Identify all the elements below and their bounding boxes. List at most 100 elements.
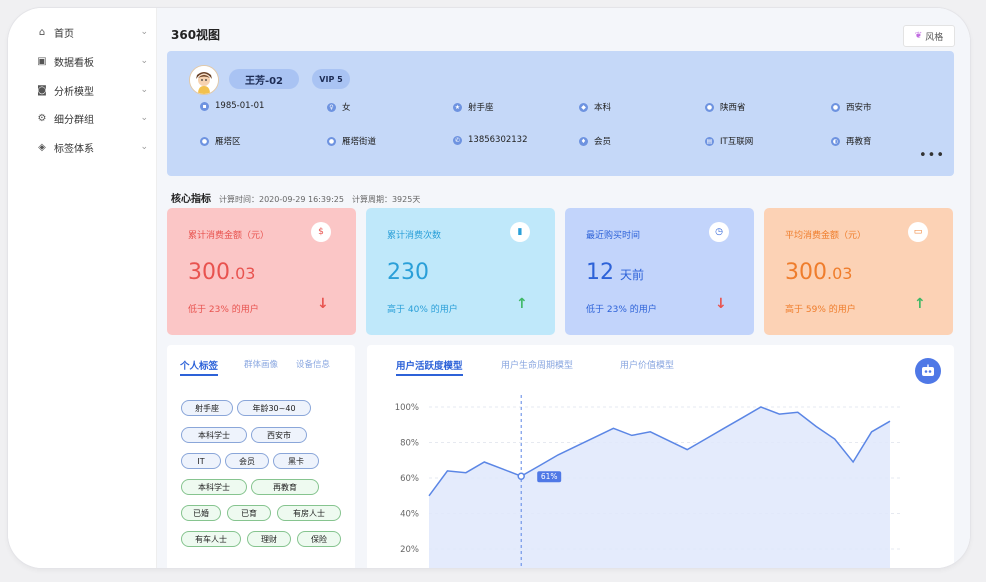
metric-card-purchase-count: 累计消费次数 ▮ 230 高于 40% 的用户 ↑ xyxy=(366,208,555,335)
attr-birthday: ▪ 1985-01-01 xyxy=(200,101,264,111)
customer-name: 王芳-02 xyxy=(229,69,299,89)
tag-icon: ◈ xyxy=(38,141,46,153)
sidebar-item-segments[interactable]: ⚙ 细分群组 ⌄ xyxy=(36,108,148,128)
phone-icon: ✆ xyxy=(453,135,462,145)
sidebar-item-label: 首页 xyxy=(54,28,74,40)
bar-chart-icon: ▮ xyxy=(510,222,530,242)
y-tick-label: 80% xyxy=(400,439,419,449)
more-icon[interactable]: ••• xyxy=(919,148,945,163)
tag-chip[interactable]: 有房人士 xyxy=(277,505,341,521)
style-button[interactable]: ❦ 风格 xyxy=(903,25,955,47)
tag-chip[interactable]: 年龄30~40 xyxy=(237,400,311,416)
chevron-down-icon: ⌄ xyxy=(140,27,148,37)
metric-label: 最近购买时间 xyxy=(586,231,641,241)
avatar xyxy=(189,65,219,95)
monitor-icon: ▣ xyxy=(37,55,47,67)
style-button-label: 风格 xyxy=(925,32,944,43)
y-tick-label: 40% xyxy=(400,510,419,520)
series-area xyxy=(429,407,890,568)
gender-icon: ♀ xyxy=(327,102,336,112)
sidebar-item-models[interactable]: ◙ 分析模型 ⌄ xyxy=(36,80,148,100)
metric-compare: 高于 40% 的用户 xyxy=(387,305,458,315)
sidebar-item-tags[interactable]: ◈ 标签体系 ⌄ xyxy=(36,137,148,157)
y-tick-label: 100% xyxy=(395,403,419,413)
sidebar-item-label: 标签体系 xyxy=(54,143,94,155)
tag-chip[interactable]: 理财 xyxy=(247,531,291,547)
metric-label: 累计消费次数 xyxy=(387,231,442,241)
tooltip-label: 61% xyxy=(541,472,558,481)
vip-badge: VIP 5 xyxy=(312,69,350,89)
y-tick-label: 60% xyxy=(400,474,419,484)
group-icon: ⚙ xyxy=(37,112,47,124)
metric-compare: 低于 23% 的用户 xyxy=(586,305,657,315)
metric-label: 平均消费金额（元） xyxy=(785,231,867,241)
arrow-up-icon: ↑ xyxy=(516,296,528,312)
attr-zodiac: ★ 射手座 xyxy=(453,102,494,113)
chevron-down-icon: ⌄ xyxy=(140,113,148,123)
tab-device-info[interactable]: 设备信息 xyxy=(296,358,330,370)
tag-chip[interactable]: 已婚 xyxy=(181,505,221,521)
attr-province: ● 陕西省 xyxy=(705,102,746,113)
chart-panel: 用户活跃度模型 用户生命周期模型 用户价值模型 100% 80% 60% 40% 20%… xyxy=(367,345,954,568)
metric-value: 230 xyxy=(387,260,429,285)
sidebar-item-label: 分析模型 xyxy=(54,86,94,98)
sidebar-item-label: 细分群组 xyxy=(54,114,94,126)
core-metrics-title: 核心指标 xyxy=(171,194,211,205)
sidebar: ⌂ 首页 ⌄ ▣ 数据看板 ⌄ ◙ 分析模型 ⌄ ⚙ 细分群组 ⌄ ◈ 标签体系… xyxy=(8,8,157,568)
sidebar-item-home[interactable]: ⌂ 首页 ⌄ xyxy=(36,22,148,42)
star-icon: ★ xyxy=(453,102,462,112)
metric-value: 300.03 xyxy=(785,260,853,285)
tag-chip[interactable]: 有车人士 xyxy=(181,531,241,547)
attr-membership: ♦ 会员 xyxy=(579,136,612,147)
shirt-icon: ❦ xyxy=(914,31,923,41)
wallet-icon: ▭ xyxy=(908,222,928,242)
sidebar-item-label: 数据看板 xyxy=(54,57,94,69)
tag-chip[interactable]: 再教育 xyxy=(251,479,319,495)
metric-card-avg-spend: 平均消费金额（元） ▭ 300.03 高于 59% 的用户 ↑ xyxy=(764,208,953,335)
tab-personal-tags[interactable]: 个人标签 xyxy=(180,358,219,376)
metric-compare: 高于 59% 的用户 xyxy=(785,305,856,315)
tag-chip[interactable]: 会员 xyxy=(225,453,269,469)
chevron-down-icon: ⌄ xyxy=(140,56,148,66)
money-bag-icon: $ xyxy=(311,222,331,242)
arrow-down-icon: ↓ xyxy=(317,296,329,312)
calc-period: 计算周期：3925天 xyxy=(351,195,421,204)
home-icon: ⌂ xyxy=(38,26,46,38)
chevron-down-icon: ⌄ xyxy=(140,85,148,95)
tag-chip[interactable]: 保险 xyxy=(297,531,341,547)
tag-chip[interactable]: 西安市 xyxy=(251,427,307,443)
page-title: 360视图 xyxy=(171,28,221,42)
profile-card: 王芳-02 VIP 5 ▪ 1985-01-01 ♀ 女 ★ 射手座 ◆ 本科 ● 陕西省… xyxy=(167,51,954,176)
attr-education: ◆ 本科 xyxy=(579,101,611,113)
member-icon: ♦ xyxy=(579,136,588,146)
tag-chip[interactable]: 本科学士 xyxy=(181,479,247,495)
attr-phone: ✆ 13856302132 xyxy=(453,135,528,145)
industry-icon: ▤ xyxy=(705,136,714,146)
metric-compare: 低于 23% 的用户 xyxy=(188,305,259,315)
book-icon: ◐ xyxy=(831,136,840,146)
metric-value: 12 天前 xyxy=(586,260,645,285)
y-tick-label: 20% xyxy=(400,545,419,555)
sidebar-item-dashboard[interactable]: ▣ 数据看板 ⌄ xyxy=(36,51,148,71)
chevron-down-icon: ⌄ xyxy=(140,142,148,152)
tags-panel: 个人标签 群体画像 设备信息 射手座 年龄30~40 本科学士 西安市 IT 会… xyxy=(167,345,355,568)
tag-chip[interactable]: IT xyxy=(181,453,221,469)
tag-chip[interactable]: 本科学士 xyxy=(181,427,247,443)
activity-chart: 100% 80% 60% 40% 20% 61% xyxy=(395,395,900,568)
cake-icon: ▪ xyxy=(200,101,209,111)
graduation-icon: ◆ xyxy=(579,102,588,112)
attr-further-education: ◐ 再教育 xyxy=(831,136,872,147)
main-content: 360视图 ❦ 风格 王芳-02 VIP 5 ▪1985-01-01 ♀女 xyxy=(157,8,970,568)
attr-district: ● 雁塔区 xyxy=(200,136,241,147)
tag-chip[interactable]: 已育 xyxy=(227,505,271,521)
location-icon: ● xyxy=(327,136,336,146)
arrow-up-icon: ↑ xyxy=(914,296,926,312)
tag-chip[interactable]: 射手座 xyxy=(181,400,233,416)
app-window: ⌂ 首页 ⌄ ▣ 数据看板 ⌄ ◙ 分析模型 ⌄ ⚙ 细分群组 ⌄ ◈ 标签体系… xyxy=(8,8,970,568)
attr-city: ● 西安市 xyxy=(831,102,872,113)
tag-chip[interactable]: 黑卡 xyxy=(273,453,319,469)
calc-time: 计算时间：2020-09-29 16:39:25 xyxy=(219,195,344,204)
tab-group-portrait[interactable]: 群体画像 xyxy=(244,358,278,370)
location-icon: ● xyxy=(200,136,209,146)
metric-card-total-spend: 累计消费金额（元） $ 300.03 低于 23% 的用户 ↓ xyxy=(167,208,356,335)
